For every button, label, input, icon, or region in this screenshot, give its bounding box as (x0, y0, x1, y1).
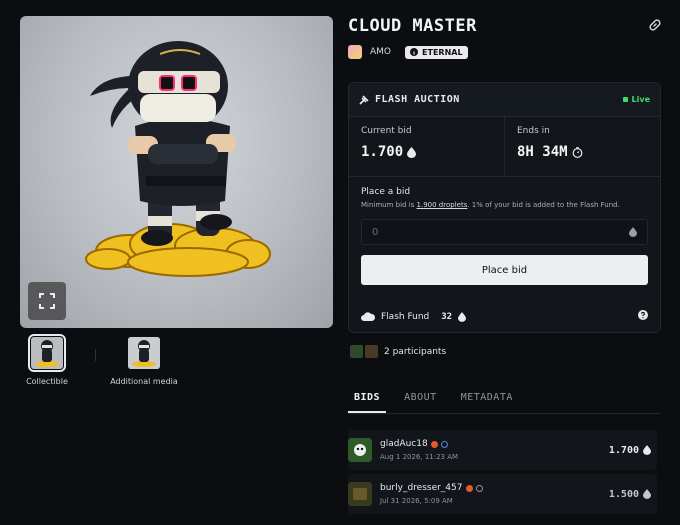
collectible-image[interactable] (20, 16, 333, 328)
tab-metadata[interactable]: METADATA (455, 392, 519, 413)
tabs-divider (348, 413, 661, 414)
bid-info: burly_dresser_457 Jul 31 2026, 5:09 AM (380, 483, 483, 505)
minimum-bid-note: Minimum bid is 1.900 droplets. 1% of you… (361, 201, 648, 209)
current-bid-label: Current bid (361, 126, 412, 136)
question-icon (638, 310, 648, 320)
expand-icon (39, 293, 55, 309)
ninja-artwork (85, 41, 271, 277)
flash-fund-value: 32 (441, 311, 453, 322)
droplet-icon (643, 489, 651, 499)
page-title: CLOUD MASTER (348, 16, 477, 36)
bid-date: Jul 31 2026, 5:09 AM (380, 497, 453, 505)
bidder-name[interactable]: gladAuc18 (380, 439, 428, 449)
auction-title: FLASH AUCTION (375, 94, 460, 105)
current-bid-value: 1.700 (361, 144, 492, 160)
current-bid-stat: Current bid 1.700 (349, 117, 504, 176)
tab-bids[interactable]: BIDS (348, 392, 387, 413)
bid-date: Aug 1 2026, 11:23 AM (380, 453, 459, 461)
bid-amount: 1.700 (609, 445, 651, 456)
thumbnail-image (128, 337, 160, 369)
bidder-name-line: burly_dresser_457 (380, 483, 483, 493)
holder-badge-icon (440, 440, 448, 448)
live-status: Live (622, 95, 650, 104)
thumbnail-collectible[interactable]: Collectible (17, 334, 77, 386)
tab-about[interactable]: ABOUT (398, 392, 443, 413)
min-bid-link[interactable]: 1.900 droplets (417, 201, 468, 209)
bid-info: gladAuc18 Aug 1 2026, 11:23 AM (380, 439, 458, 461)
item-meta: AMO ETERNAL (348, 45, 468, 59)
copy-link-button[interactable] (648, 18, 662, 35)
cloud-icon (361, 311, 375, 321)
eternal-badge: ETERNAL (405, 45, 468, 59)
auction-stats: Current bid 1.700 Ends in 8H 34M (349, 117, 660, 177)
verified-badge-icon (430, 440, 438, 448)
place-bid-section: Place a bid Minimum bid is 1.900 droplet… (349, 177, 660, 295)
holder-badge-icon (475, 484, 483, 492)
flash-fund: Flash Fund 32 (361, 310, 648, 323)
participant-avatar (350, 345, 363, 358)
verified-badge-icon (465, 484, 473, 492)
auction-header: FLASH AUCTION Live (349, 83, 660, 117)
flash-fund-label: Flash Fund (381, 311, 430, 322)
bidder-name-line: gladAuc18 (380, 439, 458, 449)
participants-count: 2 participants (384, 346, 447, 357)
hammer-icon (359, 94, 369, 105)
ends-in-label: Ends in (517, 126, 550, 136)
ends-in-stat: Ends in 8H 34M (504, 117, 660, 176)
info-icon (410, 48, 419, 56)
bid-amount-value: 1.700 (608, 444, 639, 456)
current-bid-amount: 1.700 (361, 144, 404, 160)
media-thumbnails: Collectible Additional media (17, 334, 178, 386)
detail-tabs: BIDS ABOUT METADATA (348, 392, 519, 413)
bid-row[interactable]: burly_dresser_457 Jul 31 2026, 5:09 AM 1… (348, 474, 657, 514)
bid-amount-input[interactable]: 0 (361, 219, 648, 245)
creator-name[interactable]: AMO (370, 47, 391, 57)
live-dot-icon (622, 97, 628, 102)
ends-in-time: 8H 34M (517, 144, 568, 160)
bidder-avatar (348, 482, 372, 506)
thumbnail-label: Collectible (26, 377, 68, 386)
droplet-icon (458, 311, 467, 322)
ends-in-value: 8H 34M (517, 144, 648, 160)
place-bid-button[interactable]: Place bid (361, 255, 648, 285)
participants-summary[interactable]: 2 participants (350, 345, 446, 358)
participant-avatar (365, 345, 378, 358)
timer-icon (572, 146, 582, 158)
droplet-icon (407, 146, 417, 158)
fullscreen-button[interactable] (28, 282, 66, 320)
bid-amount-value: 1.500 (608, 488, 639, 500)
bid-input-placeholder: 0 (372, 226, 379, 238)
thumbnail-additional-media[interactable]: Additional media (110, 337, 178, 386)
bid-row[interactable]: gladAuc18 Aug 1 2026, 11:23 AM 1.700 (348, 430, 657, 470)
bidder-name[interactable]: burly_dresser_457 (380, 483, 463, 493)
live-status-label: Live (631, 95, 650, 104)
min-bid-suffix: . 1% of your bid is added to the Flash F… (467, 201, 620, 209)
link-icon (649, 19, 661, 31)
droplet-icon (629, 227, 637, 237)
creator-avatar (348, 45, 362, 59)
place-bid-heading: Place a bid (361, 187, 411, 197)
bid-amount: 1.500 (609, 489, 651, 500)
auction-panel: FLASH AUCTION Live Current bid 1.700 End… (348, 82, 661, 333)
droplet-icon (643, 445, 651, 455)
bidder-avatar (348, 438, 372, 462)
thumbnail-divider (95, 349, 96, 361)
thumbnail-label: Additional media (110, 377, 178, 386)
flash-fund-help-button[interactable] (638, 310, 648, 323)
eternal-badge-label: ETERNAL (422, 47, 463, 57)
thumbnail-image (28, 334, 66, 372)
min-bid-prefix: Minimum bid is (361, 201, 417, 209)
